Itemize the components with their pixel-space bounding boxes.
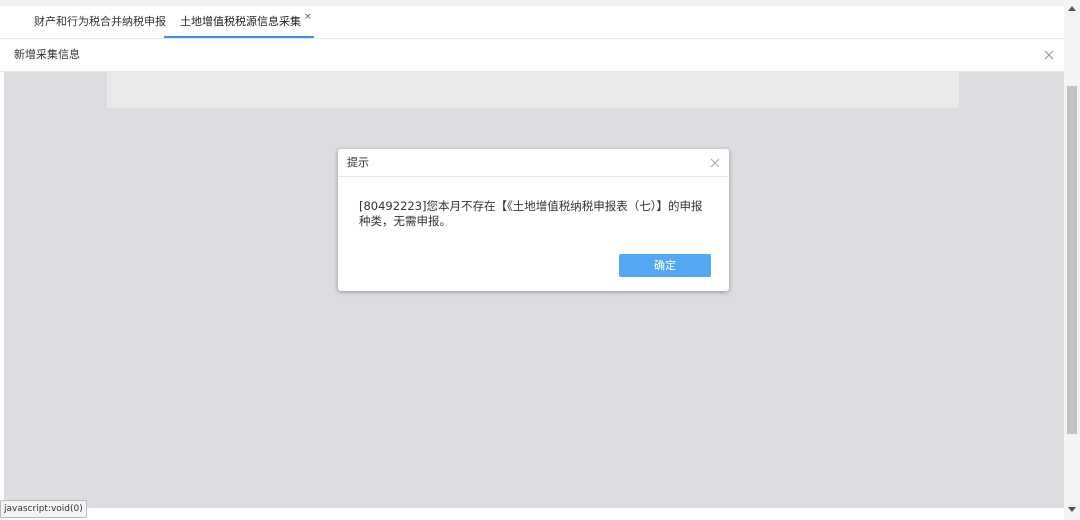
vertical-scrollbar[interactable] — [1064, 0, 1080, 520]
dialog-title: 提示 — [347, 156, 369, 169]
confirm-button[interactable]: 确定 — [619, 254, 711, 277]
scroll-thumb[interactable] — [1067, 86, 1077, 434]
content-panel — [107, 72, 959, 108]
tab-land-vat-source-collection[interactable]: 土地增值税税源信息采集 × — [164, 6, 314, 38]
tab-label: 财产和行为税合并纳税申报 — [34, 15, 166, 28]
status-bar-link-preview: javascript:void(0) — [0, 500, 87, 518]
scroll-up-arrow-icon[interactable] — [1068, 6, 1076, 11]
active-tab-indicator — [164, 36, 314, 38]
tab-bar: 财产和行为税合并纳税申报 土地增值税税源信息采集 × — [0, 6, 1064, 39]
scroll-down-arrow-icon[interactable] — [1068, 507, 1076, 512]
panel-title: 新增采集信息 — [14, 48, 80, 61]
tab-property-tax-filing[interactable]: 财产和行为税合并纳税申报 — [34, 6, 166, 38]
close-icon[interactable] — [1042, 48, 1056, 62]
tab-close-icon[interactable]: × — [304, 12, 312, 22]
alert-dialog: 提示 [80492223]您本月不存在【《土地增值税纳税申报表（七）】的申报种类… — [338, 149, 729, 291]
dialog-header: 提示 — [338, 149, 729, 177]
tab-label: 土地增值税税源信息采集 — [180, 15, 301, 28]
dialog-message: [80492223]您本月不存在【《土地增值税纳税申报表（七）】的申报种类，无需… — [359, 199, 703, 228]
close-icon[interactable] — [710, 158, 720, 168]
panel-header: 新增采集信息 — [0, 39, 1064, 72]
app-window: 财产和行为税合并纳税申报 土地增值税税源信息采集 × 新增采集信息 提示 [804… — [0, 0, 1080, 520]
